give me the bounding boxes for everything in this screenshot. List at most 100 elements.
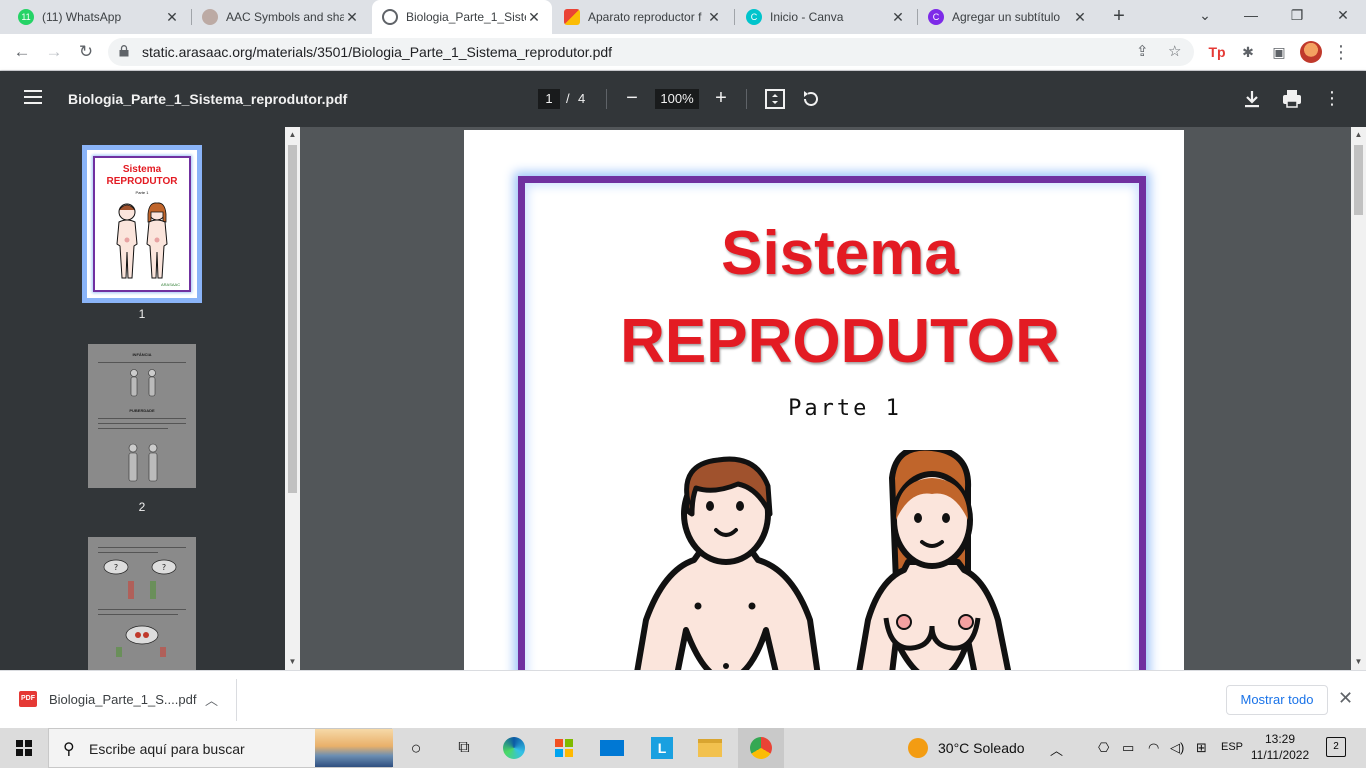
- thumb-people-illustration: [116, 202, 168, 279]
- tab-whatsapp[interactable]: 11 (11) WhatsApp ✕: [8, 0, 190, 34]
- tab-title: (11) WhatsApp: [42, 10, 122, 24]
- tab-biologia-pdf[interactable]: Biologia_Parte_1_Siste ✕: [372, 0, 552, 34]
- whatsapp-icon: 11: [18, 9, 34, 25]
- male-female-illustration: [634, 450, 1012, 670]
- close-tab-icon[interactable]: ✕: [1072, 9, 1088, 26]
- pdf-page-1: Sistema REPRODUTOR Parte 1: [464, 130, 1184, 670]
- thumb-subtitle: Parte 1: [135, 190, 149, 195]
- thumb-title-2: REPRODUTOR: [106, 176, 178, 187]
- zoom-out-button[interactable]: −: [622, 87, 642, 111]
- tab-title: Inicio - Canva: [770, 10, 844, 24]
- viewer-scroll-thumb[interactable]: [1354, 145, 1363, 215]
- wifi-icon[interactable]: ◠: [1148, 740, 1159, 756]
- close-tab-icon[interactable]: ✕: [526, 9, 542, 26]
- tab-canva-inicio[interactable]: C Inicio - Canva ✕: [736, 0, 916, 34]
- rotate-icon[interactable]: [799, 87, 823, 111]
- taskbar-search-box[interactable]: ⚲ Escribe aquí para buscar: [48, 728, 393, 768]
- thumb-heading: PUBERDADE: [129, 408, 155, 413]
- pdf-viewer: Sistema REPRODUTOR Parte 1: [300, 127, 1351, 670]
- tab-arasaac[interactable]: AAC Symbols and sha ✕: [192, 0, 370, 34]
- taskbar-clock[interactable]: 13:29 11/11/2022: [1248, 731, 1312, 763]
- edge-icon[interactable]: [500, 734, 528, 762]
- download-item-name[interactable]: Biologia_Parte_1_S....pdf: [49, 692, 196, 707]
- cortana-icon[interactable]: ○: [402, 734, 430, 762]
- pdf-file-icon: PDF: [19, 691, 37, 707]
- clock-date: 11/11/2022: [1250, 748, 1310, 762]
- print-icon[interactable]: [1280, 87, 1304, 111]
- browser-toolbar: ← → ↻ static.arasaac.org/materials/3501/…: [0, 34, 1366, 71]
- profile-avatar[interactable]: [1300, 41, 1322, 63]
- sidebar-scroll-thumb[interactable]: [288, 145, 297, 493]
- notifications-icon[interactable]: 2: [1326, 737, 1346, 757]
- thumbnail-page-2[interactable]: INFÂNCIA PUBERDADE: [88, 344, 196, 488]
- tab-title: Aparato reproductor f: [588, 10, 702, 24]
- zoom-in-button[interactable]: +: [711, 87, 731, 111]
- reload-button[interactable]: ↻: [74, 40, 98, 64]
- app-l-icon[interactable]: L: [648, 734, 676, 762]
- close-tab-icon[interactable]: ✕: [344, 9, 360, 26]
- weather-widget[interactable]: 30°C Soleado: [908, 738, 1025, 758]
- forward-button[interactable]: →: [42, 40, 66, 64]
- bookmark-star-icon[interactable]: ☆: [1168, 42, 1181, 60]
- zoom-input[interactable]: 100%: [655, 89, 699, 109]
- close-tab-icon[interactable]: ✕: [164, 9, 180, 26]
- chrome-taskbar-icon[interactable]: [738, 728, 784, 768]
- close-tab-icon[interactable]: ✕: [890, 9, 906, 26]
- new-tab-button[interactable]: +: [1106, 5, 1132, 29]
- language-indicator[interactable]: ESP: [1221, 741, 1243, 753]
- extensions-puzzle-icon[interactable]: ✱: [1237, 41, 1259, 63]
- lock-icon: [119, 45, 129, 57]
- tab-title: AAC Symbols and sha: [226, 10, 344, 24]
- mail-icon[interactable]: [598, 734, 626, 762]
- sun-icon: [908, 738, 928, 758]
- back-button[interactable]: ←: [10, 40, 34, 64]
- side-panel-icon[interactable]: ▣: [1268, 41, 1290, 63]
- svg-text:?: ?: [162, 563, 166, 572]
- close-tab-icon[interactable]: ✕: [706, 9, 722, 26]
- tab-title: Biologia_Parte_1_Siste: [406, 10, 526, 24]
- sidebar-scrollbar[interactable]: ▲ ▼: [285, 127, 300, 670]
- thumb-footer-logo: ARASAAC: [161, 282, 181, 287]
- sidebar-toggle-icon[interactable]: [24, 90, 42, 104]
- fit-page-icon[interactable]: [763, 87, 787, 111]
- show-all-downloads-button[interactable]: Mostrar todo: [1226, 685, 1328, 715]
- thumbnail-page-3[interactable]: ? ?: [88, 537, 196, 670]
- share-icon[interactable]: ⇪: [1136, 42, 1149, 60]
- url-text: static.arasaac.org/materials/3501/Biolog…: [142, 44, 613, 60]
- show-hidden-icons[interactable]: ︿: [1050, 740, 1063, 759]
- search-icon: ⚲: [63, 741, 75, 758]
- page-total: 4: [578, 91, 586, 106]
- download-icon[interactable]: [1240, 87, 1264, 111]
- windows-start-icon[interactable]: [16, 740, 32, 756]
- thumbnail-page-1[interactable]: Sistema REPRODUTOR Parte 1 ARASAAC: [82, 145, 202, 303]
- close-shelf-icon[interactable]: ✕: [1338, 688, 1353, 709]
- pdf-toolbar: Biologia_Parte_1_Sistema_reprodutor.pdf …: [0, 71, 1366, 127]
- battery-icon[interactable]: ▭: [1122, 740, 1134, 756]
- page-number-input[interactable]: 1: [538, 89, 560, 109]
- restore-button[interactable]: ❐: [1274, 0, 1320, 30]
- meet-now-icon[interactable]: ⎔: [1098, 740, 1109, 756]
- extension-tp-icon[interactable]: Tp: [1206, 41, 1228, 63]
- connect-icon[interactable]: ⊞: [1196, 740, 1207, 756]
- viewer-scrollbar[interactable]: ▲ ▼: [1351, 127, 1366, 670]
- address-bar[interactable]: static.arasaac.org/materials/3501/Biolog…: [108, 38, 1194, 66]
- taskbar-search-placeholder: Escribe aquí para buscar: [89, 741, 245, 757]
- chevron-up-icon[interactable]: ︿: [205, 690, 218, 709]
- close-window-button[interactable]: ✕: [1320, 0, 1366, 30]
- browser-menu-icon[interactable]: ⋮: [1330, 41, 1352, 63]
- tab-strip: 11 (11) WhatsApp ✕ AAC Symbols and sha ✕…: [0, 0, 1366, 34]
- tab-canva-subtitulo[interactable]: C Agregar un subtítulo ✕: [918, 0, 1098, 34]
- weather-text: 30°C Soleado: [938, 740, 1025, 756]
- file-explorer-icon[interactable]: [696, 734, 724, 762]
- thumb-heading: INFÂNCIA: [132, 352, 152, 357]
- minimize-button[interactable]: —: [1228, 0, 1274, 30]
- volume-icon[interactable]: ◁): [1170, 740, 1184, 756]
- more-actions-icon[interactable]: ⋮: [1322, 87, 1342, 111]
- tab-search-icon[interactable]: ⌄: [1182, 0, 1228, 30]
- task-view-icon[interactable]: ⧉: [450, 734, 478, 762]
- tab-aparato-reproductor[interactable]: Aparato reproductor f ✕: [554, 0, 732, 34]
- canva-icon: C: [746, 9, 762, 25]
- svg-text:?: ?: [114, 563, 118, 572]
- pdf-filename: Biologia_Parte_1_Sistema_reprodutor.pdf: [68, 91, 348, 107]
- store-icon[interactable]: [550, 734, 578, 762]
